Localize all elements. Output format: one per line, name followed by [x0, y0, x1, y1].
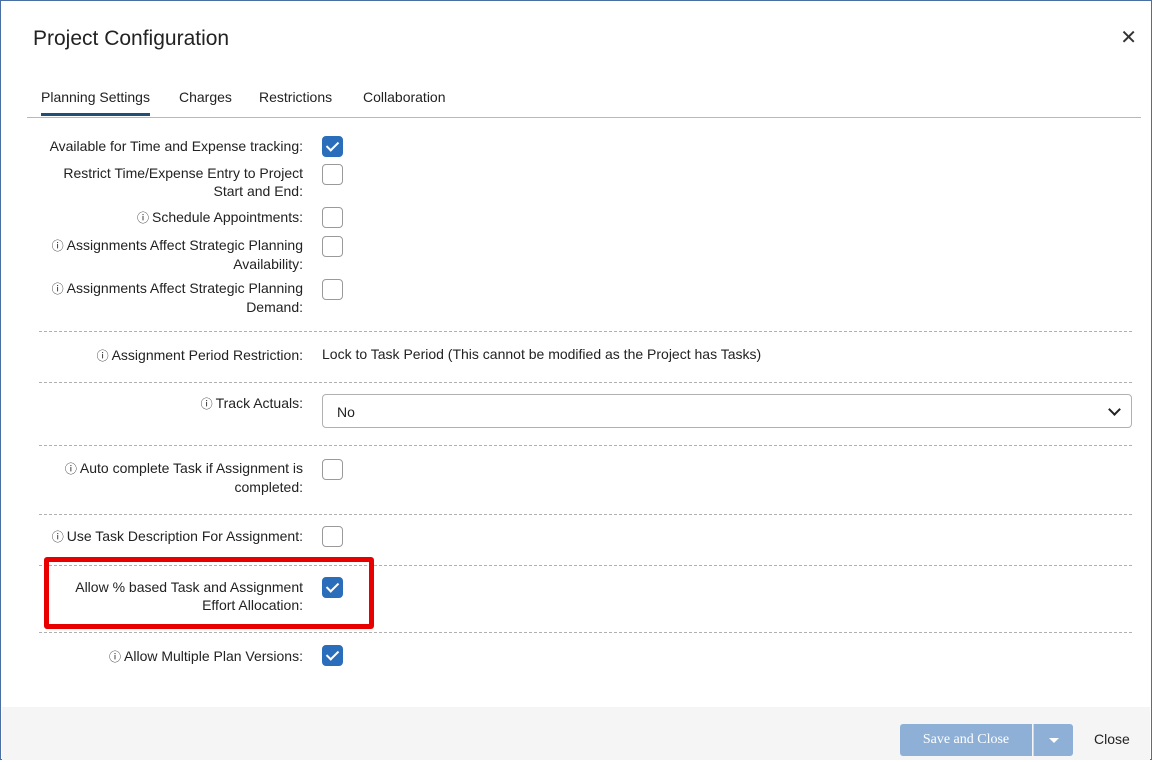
assign-availability-checkbox[interactable] [322, 236, 343, 257]
use-task-description-checkbox[interactable] [322, 526, 343, 547]
info-icon: ⓘ [200, 397, 213, 411]
track-actuals-select[interactable]: No [322, 394, 1132, 428]
info-icon: ⓘ [96, 349, 109, 363]
chevron-down-icon [1108, 403, 1121, 416]
info-icon: ⓘ [64, 462, 77, 476]
info-icon: ⓘ [51, 239, 64, 253]
tab-charges[interactable]: Charges [179, 89, 232, 113]
multiple-plan-versions-label: ⓘ Allow Multiple Plan Versions: [109, 648, 303, 664]
divider [39, 382, 1132, 383]
track-actuals-label: ⓘ Track Actuals: [200, 395, 303, 411]
assign-availability-label: ⓘ Assignments Affect Strategic Planning A… [51, 237, 303, 272]
info-icon: ⓘ [109, 650, 122, 664]
auto-complete-checkbox[interactable] [322, 459, 343, 480]
assign-demand-label: ⓘ Assignments Affect Strategic Planning D… [51, 280, 303, 315]
schedule-appointments-label: ⓘ Schedule Appointments: [136, 209, 303, 225]
use-task-description-label: ⓘ Use Task Description For Assignment: [51, 528, 303, 544]
save-options-dropdown-button[interactable] [1033, 724, 1073, 756]
period-restriction-label: ⓘ Assignment Period Restriction: [96, 347, 303, 363]
tab-collaboration[interactable]: Collaboration [363, 89, 446, 113]
caret-down-icon [1049, 738, 1059, 743]
auto-complete-label: ⓘ Auto complete Task if Assignment is com… [64, 460, 303, 495]
red-highlight-box [44, 557, 374, 629]
tab-bar: Planning Settings Charges Restrictions C… [27, 85, 1141, 118]
assign-demand-checkbox[interactable] [322, 279, 343, 300]
info-icon: ⓘ [51, 530, 64, 544]
info-icon: ⓘ [51, 282, 64, 296]
restrict-entry-label: Restrict Time/Expense Entry to Project S… [63, 165, 303, 199]
time-expense-checkbox[interactable] [322, 136, 343, 157]
dialog-title: Project Configuration [33, 27, 230, 50]
tab-planning-settings[interactable]: Planning Settings [41, 89, 150, 116]
tab-restrictions[interactable]: Restrictions [259, 89, 332, 113]
divider [39, 632, 1132, 633]
project-configuration-dialog: Project Configuration ✕ Planning Setting… [0, 0, 1152, 760]
info-icon: ⓘ [136, 211, 149, 225]
schedule-appointments-checkbox[interactable] [322, 207, 343, 228]
period-restriction-value: Lock to Task Period (This cannot be modi… [322, 346, 762, 362]
time-expense-label: Available for Time and Expense tracking: [49, 138, 303, 154]
divider [39, 445, 1132, 446]
multiple-plan-versions-checkbox[interactable] [322, 645, 343, 666]
track-actuals-value: No [337, 404, 355, 420]
restrict-entry-checkbox[interactable] [322, 164, 343, 185]
close-button[interactable]: Close [1094, 731, 1130, 747]
close-icon[interactable]: ✕ [1120, 25, 1137, 50]
dialog-footer: Save and Close Close [2, 707, 1150, 760]
save-and-close-button[interactable]: Save and Close [900, 724, 1032, 756]
divider [39, 514, 1132, 515]
divider [39, 331, 1132, 332]
